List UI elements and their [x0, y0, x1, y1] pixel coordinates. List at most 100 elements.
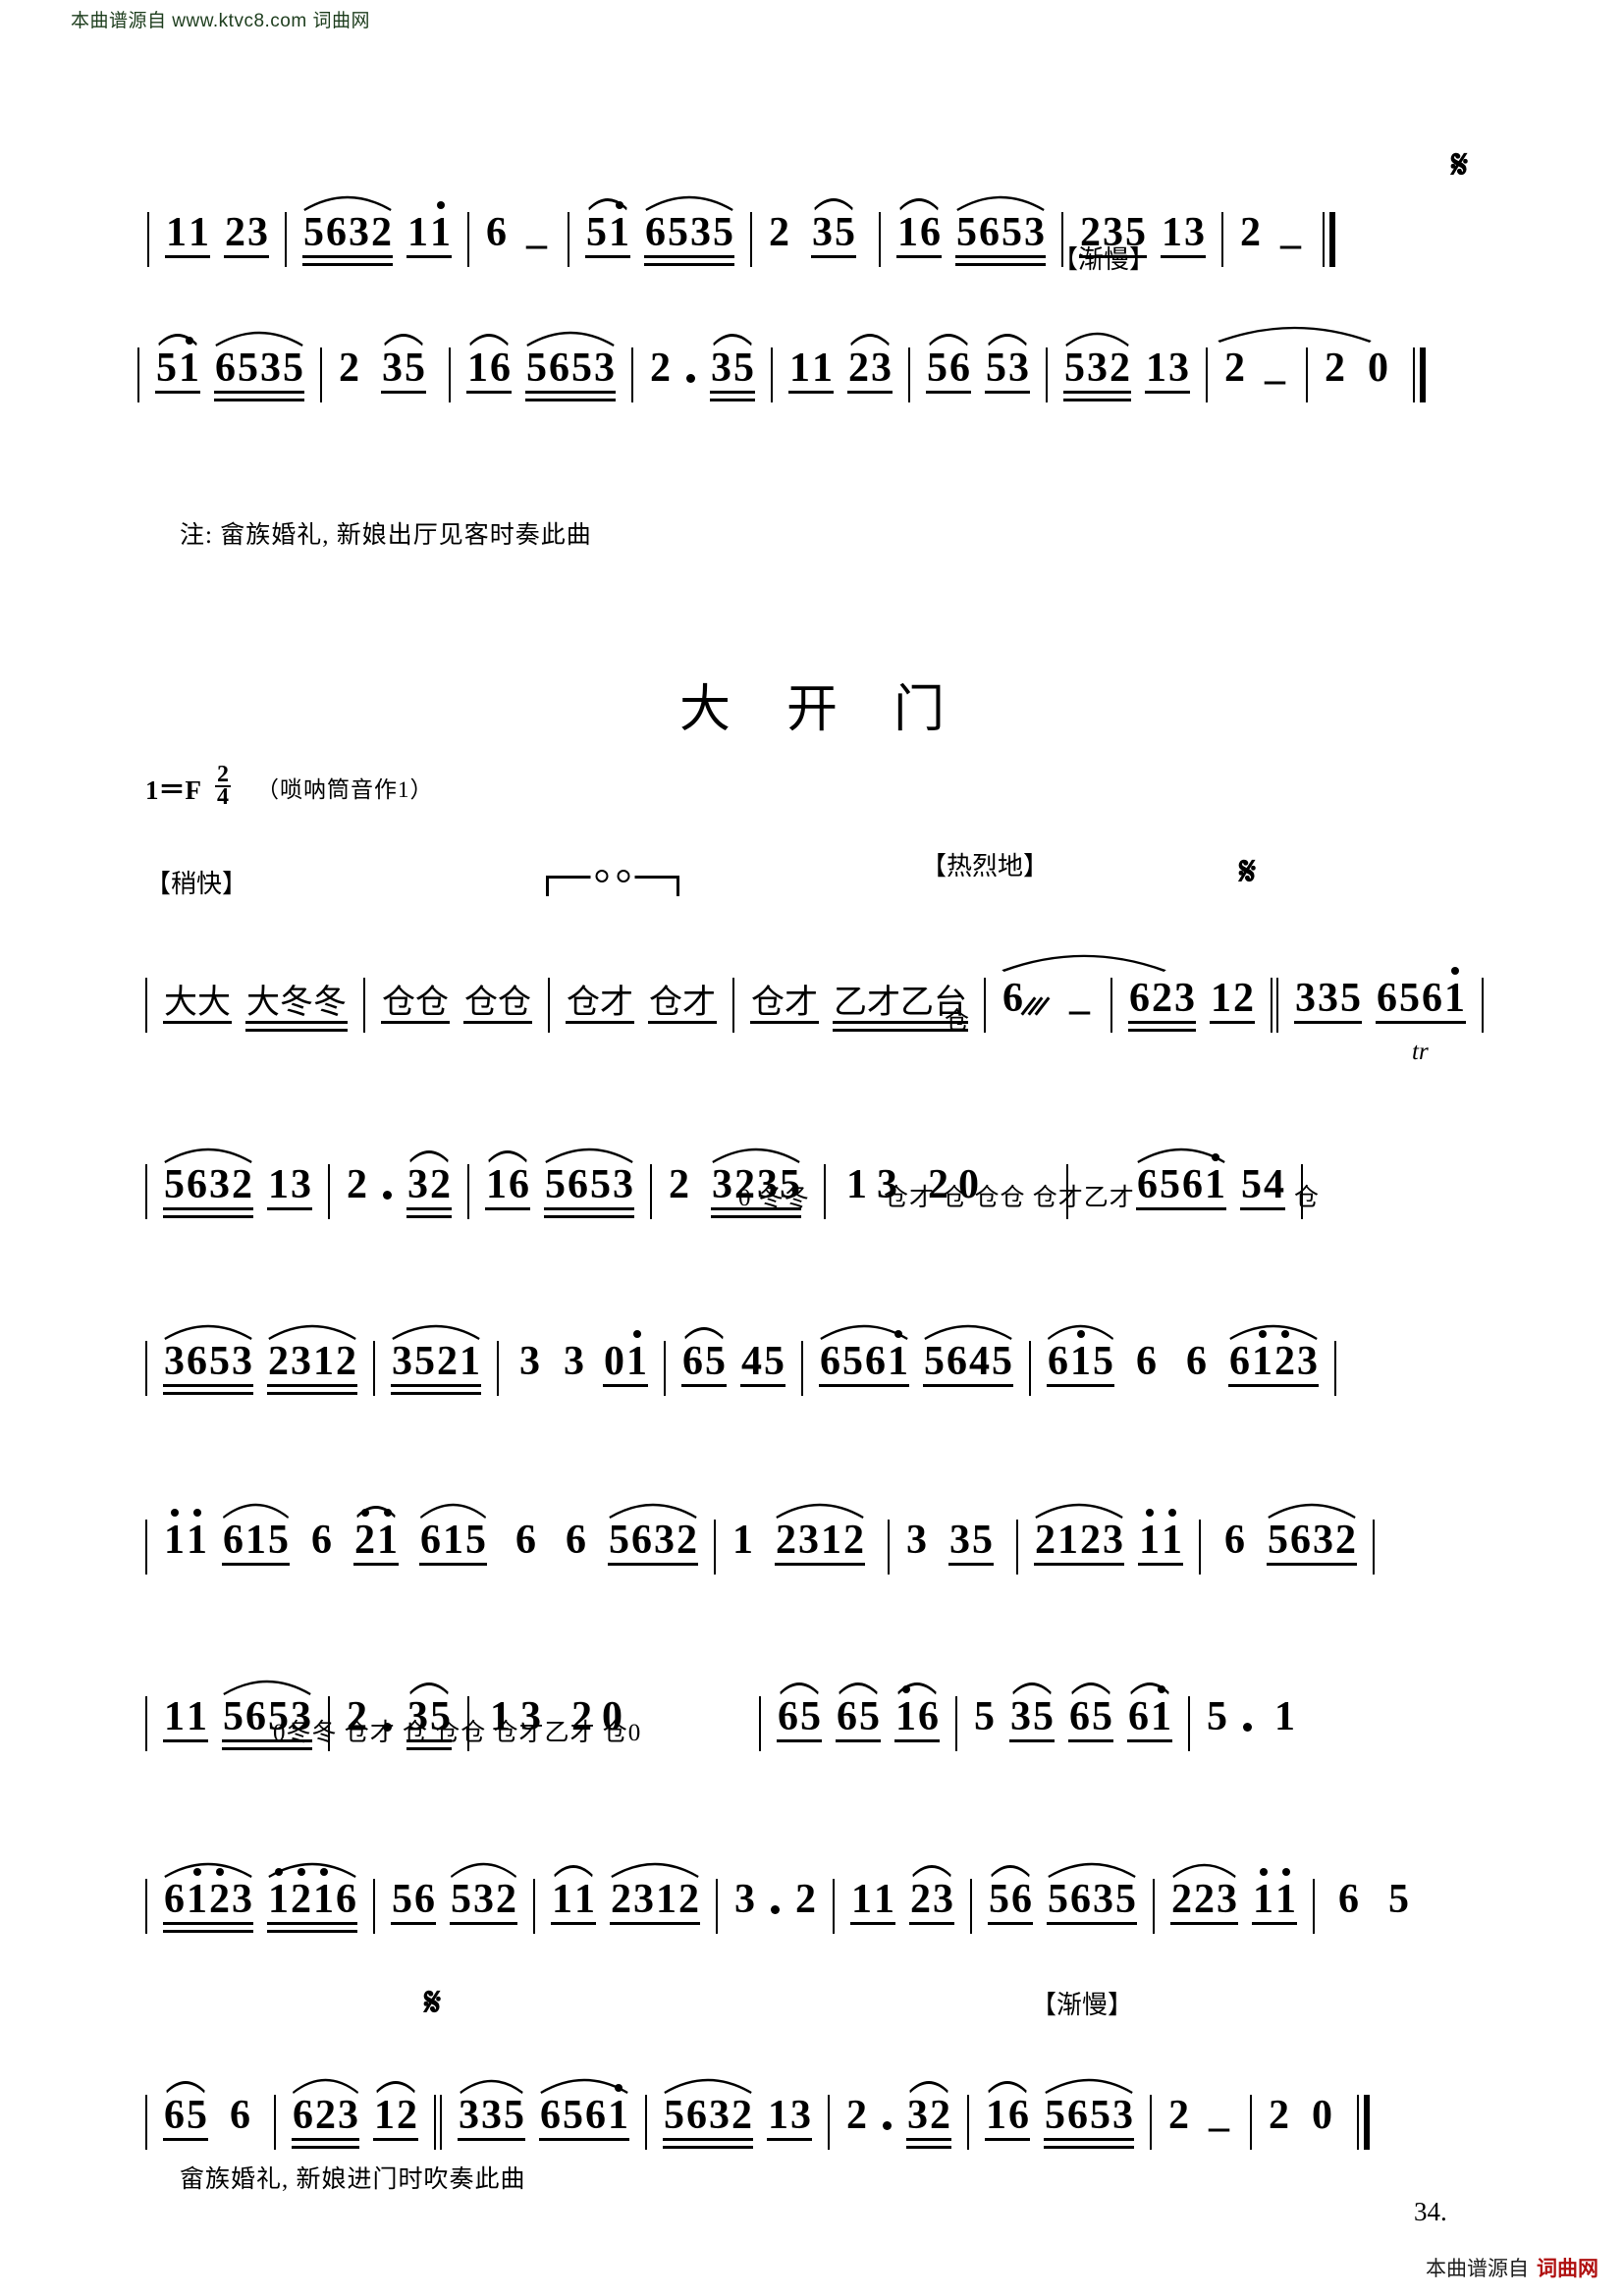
note-group: 5 6 5 3 [544, 1148, 634, 1219]
note-group: 5 4 [1240, 1164, 1285, 1219]
augmentation-dot [883, 2121, 892, 2130]
double-barline [434, 2095, 442, 2150]
slur [466, 326, 512, 347]
note: 3 [338, 2093, 358, 2139]
note: 1 [268, 1162, 289, 1208]
trill-mark: tr [1412, 1039, 1429, 1065]
tempo-mark-jianman-1: 【渐慢】 [1053, 245, 1156, 274]
barline [1221, 212, 1223, 267]
note: 2 [769, 210, 789, 256]
slur [923, 1317, 1013, 1341]
slur [955, 188, 1046, 212]
barline [664, 1341, 666, 1396]
staff-row-2: 5 1 6 5 3 5 2 3 5 1 6 5 6 5 3 2 3 5 1 1 … [137, 312, 1426, 406]
note-group: 6 5 [777, 1682, 822, 1751]
note-group: 6 5 [163, 2081, 208, 2150]
note: 6 [245, 1694, 266, 1740]
percussion-group: 仓仓 [381, 987, 450, 1033]
note: 3 [260, 346, 281, 392]
note: 6 [540, 2093, 561, 2139]
barline [759, 1696, 761, 1751]
note-group: 2 [649, 347, 672, 402]
augmentation-dot [686, 374, 695, 383]
note: 5 [1268, 1518, 1288, 1564]
note-group: 2 [845, 2093, 868, 2150]
slur [525, 324, 616, 347]
note-group: 5 6 [391, 1879, 436, 1934]
barline [373, 1341, 375, 1396]
barline [1110, 978, 1112, 1033]
note-group: 1 2 1 6 [267, 1863, 357, 1934]
note-octave-up: 1 [1162, 1518, 1182, 1564]
slur [777, 1675, 822, 1695]
barline [955, 1696, 957, 1751]
hold-dash: – [1069, 988, 1090, 1034]
barline [888, 1520, 890, 1575]
note-group: 2 [1268, 2095, 1290, 2150]
note-octave-up: 2 [291, 1877, 311, 1923]
note: 2 [397, 2093, 417, 2139]
note-octave-up: 1 [164, 1518, 185, 1564]
barline [467, 1164, 469, 1219]
note: 3 [690, 210, 711, 256]
note-group: 6 [1337, 1879, 1360, 1934]
note: 5 [1388, 1877, 1409, 1923]
note-group: 6 [514, 1518, 537, 1575]
note-octave-up: 2 [1274, 1339, 1295, 1385]
note-group: 6 1 2 3 [163, 1863, 253, 1934]
note: 3 [711, 346, 731, 392]
barline [1206, 347, 1208, 402]
note: 5 [835, 210, 855, 256]
barline [984, 978, 986, 1033]
slur [926, 326, 971, 347]
note-group: 6 [485, 212, 508, 267]
note: 3 [594, 346, 615, 392]
note-group: 2 3 [224, 212, 269, 267]
note: 5 [733, 346, 754, 392]
note-group: 2 3 1 2 [610, 1863, 700, 1934]
note-group: 1 6 [896, 198, 942, 267]
barline [363, 978, 365, 1033]
note-group: 1 2 [373, 2081, 418, 2150]
note: 6 [515, 1518, 536, 1564]
note: 5 [504, 2093, 524, 2139]
percussion-syllable: 仓才 [649, 985, 716, 1021]
note-group: 1 3 [767, 2095, 812, 2150]
note-group: 6 5 6 1 [539, 2079, 629, 2150]
barline [801, 1341, 803, 1396]
note: 6 [509, 1162, 529, 1208]
note: 2 [677, 1518, 697, 1564]
note-group: 6 1 5 [1047, 1324, 1114, 1396]
note: 3 [407, 1162, 428, 1208]
hold-dash: – [1280, 222, 1301, 268]
credit-site: 词曲网 [1537, 2258, 1598, 2280]
note-group: 5 6 5 3 [1044, 2079, 1134, 2150]
slur [406, 1675, 452, 1695]
note-group: 6 [229, 2095, 251, 2150]
staff-row-1: 1 1 2 3 5 6 3 2 1 1 6 – 5 1 6 5 3 5 2 3 … [147, 177, 1335, 271]
note-group: 3 3 5 [458, 2079, 525, 2150]
end-barline [1413, 347, 1426, 402]
percussion-sub-lyric: 0 冬冬 [738, 1185, 810, 1211]
note: 6 [568, 1162, 588, 1208]
note: 1 [789, 346, 810, 392]
barline [1046, 347, 1048, 402]
slur [985, 2073, 1030, 2094]
note: 5 [859, 1694, 880, 1740]
note: 6 [490, 346, 511, 392]
note-octave-up: 1 [609, 210, 629, 256]
note: 2 [846, 2093, 867, 2139]
note: 3 [564, 1339, 584, 1385]
note: 2 [1240, 210, 1261, 256]
slur [847, 326, 893, 347]
note: 5 [992, 1339, 1012, 1385]
barline [533, 1879, 535, 1934]
note: 5 [1045, 2093, 1065, 2139]
note: 5 [609, 1518, 629, 1564]
note: 3 [1318, 976, 1338, 1022]
note: 6 [1422, 976, 1442, 1022]
note: 2 [1168, 2093, 1189, 2139]
note: 3 [1174, 976, 1195, 1022]
note: 6 [1011, 1877, 1032, 1923]
barline [824, 1164, 826, 1219]
